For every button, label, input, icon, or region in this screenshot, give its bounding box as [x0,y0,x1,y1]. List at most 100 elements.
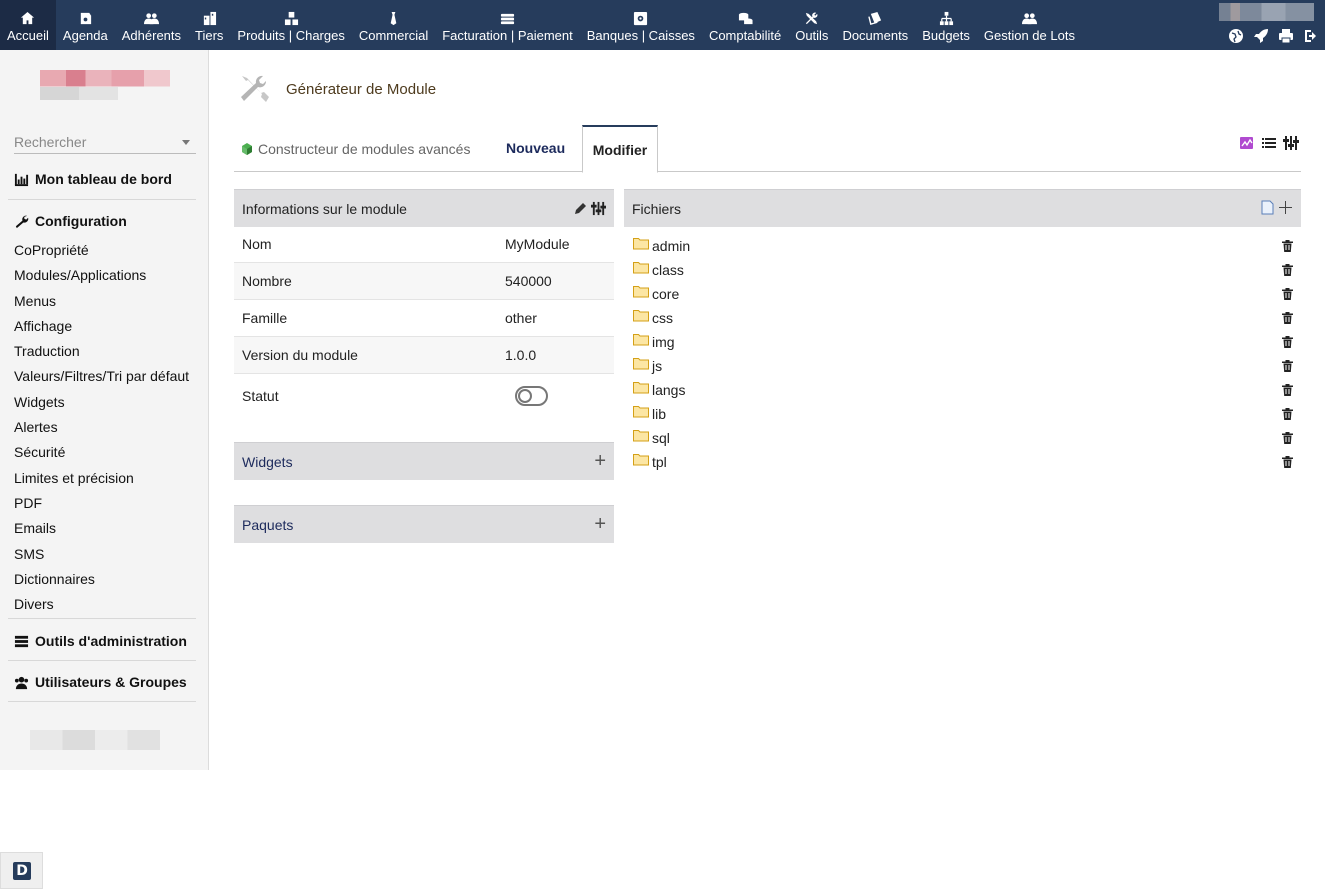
file-name[interactable]: sql [652,430,670,446]
sidebar-configuration[interactable]: Configuration [14,213,127,229]
file-name[interactable]: admin [652,238,690,254]
topmenu-label: Gestion de Lots [983,28,1075,43]
folder-icon [633,381,649,393]
logout-icon[interactable] [1303,28,1319,44]
file-row: tpl [624,450,1301,474]
file-name[interactable]: class [652,262,684,278]
sidebar-item[interactable]: Traduction [14,341,189,366]
packages-header[interactable]: Paquets + [234,505,614,543]
trash-icon[interactable] [1282,240,1293,252]
tab-module-builder[interactable]: Constructeur de modules avancés [240,125,470,172]
file-name[interactable]: css [652,310,673,326]
trash-icon[interactable] [1282,312,1293,324]
folder-icon [633,453,649,465]
topmenu-item-3[interactable]: Adhérents [115,0,188,50]
topmenu-label: Accueil [7,28,49,43]
chart-icon[interactable] [1239,135,1255,151]
info-key: Nom [242,236,272,252]
trash-icon[interactable] [1282,384,1293,396]
add-icon[interactable] [1278,200,1293,215]
module-info-header: Informations sur le module [234,189,614,227]
topmenu-item-12[interactable]: Budgets [915,0,977,50]
search-select[interactable]: Rechercher [14,132,196,154]
sidebar-item[interactable]: Alertes [14,417,189,442]
tab-new[interactable]: Nouveau [506,125,565,172]
sidebar-item[interactable]: Affichage [14,316,189,341]
add-icon[interactable]: + [594,451,606,471]
sidebar-item[interactable]: Divers [14,594,189,619]
trash-icon[interactable] [1282,432,1293,444]
topmenu-label: Produits | Charges [237,28,345,43]
topmenu-item-11[interactable]: Documents [835,0,915,50]
rocket-icon[interactable] [1253,28,1269,44]
list-icon[interactable] [1261,135,1277,151]
tab-edit[interactable]: Modifier [582,125,658,173]
file-name[interactable]: img [652,334,675,350]
company-logo-blurred[interactable] [40,70,170,100]
sidebar-item[interactable]: Limites et précision [14,468,189,493]
sidebar-item[interactable]: Valeurs/Filtres/Tri par défaut [14,366,189,391]
trash-icon[interactable] [1282,264,1293,276]
new-file-icon[interactable] [1260,200,1275,215]
topmenu-item-7[interactable]: Facturation | Paiement [435,0,580,50]
file-row: class [624,258,1301,282]
page-title: Générateur de Module [286,80,437,98]
sidebar-item[interactable]: SMS [14,544,189,569]
file-name[interactable]: js [652,358,662,374]
file-name[interactable]: lib [652,406,666,422]
info-row: Version du module 1.0.0 [234,337,614,374]
topmenu-item-13[interactable]: Gestion de Lots [977,0,1082,50]
topmenu-item-1[interactable]: Accueil [0,0,56,50]
sidebar-item[interactable]: Widgets [14,392,189,417]
tie-icon [386,0,401,28]
edit-icon[interactable] [573,201,588,216]
topmenu-item-6[interactable]: Commercial [352,0,435,50]
topmenu-item-2[interactable]: Agenda [56,0,115,50]
file-name[interactable]: langs [652,382,685,398]
sidebar-users-groups[interactable]: Utilisateurs & Groupes [14,674,187,690]
info-value: MyModule [505,236,570,252]
server-icon [14,635,29,647]
trash-icon[interactable] [1282,288,1293,300]
topmenu-label: Commercial [358,28,429,43]
topmenu-item-8[interactable]: Banques | Caisses [580,0,702,50]
money-icon [500,0,515,28]
trash-icon[interactable] [1282,408,1293,420]
topmenu-item-4[interactable]: Tiers [188,0,230,50]
sidebar-item[interactable]: Sécurité [14,442,189,467]
sidebar-item[interactable]: PDF [14,493,189,518]
sidebar-dashboard[interactable]: Mon tableau de bord [14,171,172,187]
sidebar-item[interactable]: Dictionnaires [14,569,189,594]
trash-icon[interactable] [1282,336,1293,348]
sidebar-item[interactable]: Emails [14,518,189,543]
widgets-header[interactable]: Widgets + [234,442,614,480]
app-badge[interactable]: D [0,852,43,889]
sidebar-admin-tools[interactable]: Outils d'administration [14,633,187,649]
building-icon [202,0,217,28]
sliders-icon[interactable] [1283,135,1299,151]
trash-icon[interactable] [1282,360,1293,372]
home-icon [20,0,35,28]
topmenu-item-5[interactable]: Produits | Charges [230,0,351,50]
trash-icon[interactable] [1282,456,1293,468]
widgets-title[interactable]: Widgets [242,454,293,470]
sidebar-item[interactable]: CoPropriété [14,240,189,265]
topmenu-item-10[interactable]: Outils [788,0,835,50]
sliders-icon[interactable] [591,201,606,216]
file-name[interactable]: tpl [652,454,667,470]
topmenu-item-9[interactable]: Comptabilité [702,0,788,50]
tools-icon [804,0,819,28]
print-icon[interactable] [1278,28,1294,44]
file-name[interactable]: core [652,286,679,302]
files-title: Fichiers [632,200,682,217]
info-key: Nombre [242,273,292,289]
user-info-blurred[interactable] [1219,3,1314,21]
status-toggle[interactable] [515,386,548,406]
sidebar-item[interactable]: Menus [14,291,189,316]
sidebar-users-groups-label: Utilisateurs & Groupes [35,674,187,690]
globe-icon[interactable] [1228,28,1244,44]
coins-icon [738,0,753,28]
add-icon[interactable]: + [594,514,606,534]
packages-title[interactable]: Paquets [242,517,293,533]
sidebar-item[interactable]: Modules/Applications [14,265,189,290]
